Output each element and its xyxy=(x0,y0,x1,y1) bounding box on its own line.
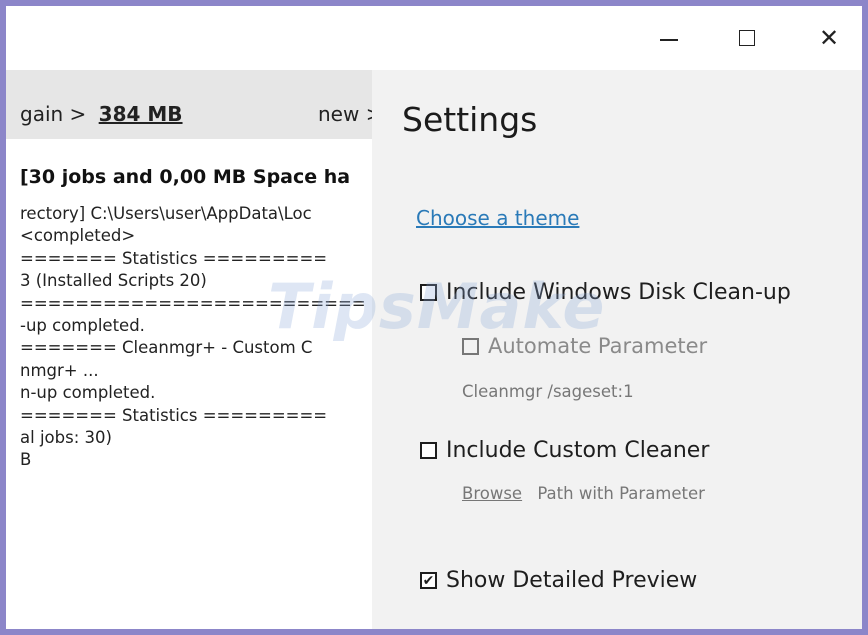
detailed-preview-label: Show Detailed Preview xyxy=(446,568,698,593)
log-line: <completed> xyxy=(20,226,136,246)
browse-link[interactable]: Browse xyxy=(462,484,522,503)
log-line: ======= Cleanmgr+ - Custom C xyxy=(20,338,313,358)
close-icon: ✕ xyxy=(818,24,840,52)
checkbox-icon xyxy=(462,337,479,355)
space-summary: gain > 384 MB new > xyxy=(20,102,382,126)
custom-cleaner-label: Include Custom Cleaner xyxy=(446,438,710,463)
log-line: 3 (Installed Scripts 20) xyxy=(20,271,207,291)
log-line: n-up completed. xyxy=(20,383,156,403)
automate-parameter-label: Automate Parameter xyxy=(488,334,708,358)
log-line: B xyxy=(20,450,32,470)
title-bar: ✕ xyxy=(6,6,862,70)
minimize-button[interactable] xyxy=(646,18,692,58)
settings-title: Settings xyxy=(402,100,538,139)
summary-size-link[interactable]: 384 MB xyxy=(99,102,183,126)
log-line: ======= Statistics ========= xyxy=(20,248,328,268)
summary-prefix: gain > xyxy=(20,102,87,126)
checkmark-icon: ✔ xyxy=(420,572,437,589)
settings-pane: Settings Choose a theme Include Windows … xyxy=(372,70,862,629)
disk-cleanup-label: Include Windows Disk Clean-up xyxy=(446,280,791,305)
log-line: -up completed. xyxy=(20,315,145,335)
log-line: rectory] C:\Users\user\AppData\Loc xyxy=(20,204,312,223)
disk-cleanup-checkbox[interactable]: Include Windows Disk Clean-up xyxy=(420,280,791,305)
custom-cleaner-path-row: Browse Path with Parameter xyxy=(462,484,705,503)
checkbox-icon xyxy=(420,284,437,301)
log-line: ======= Statistics ========= xyxy=(20,405,328,425)
app-window: ✕ gain > 384 MB new > [30 jobs and 0,00 … xyxy=(6,6,862,629)
log-output: rectory] C:\Users\user\AppData\Loc <comp… xyxy=(20,203,372,472)
maximize-icon xyxy=(739,30,755,46)
detailed-preview-checkbox[interactable]: ✔ Show Detailed Preview xyxy=(420,568,697,593)
log-line: ========================= xyxy=(20,293,366,313)
log-line: nmgr+ ... xyxy=(20,360,99,380)
choose-theme-link[interactable]: Choose a theme xyxy=(416,206,579,230)
maximize-button[interactable] xyxy=(724,18,770,58)
log-line: al jobs: 30) xyxy=(20,427,112,447)
minimize-icon xyxy=(660,39,678,41)
path-hint: Path with Parameter xyxy=(537,484,705,503)
close-button[interactable]: ✕ xyxy=(806,18,852,58)
checkbox-icon xyxy=(420,442,437,459)
custom-cleaner-checkbox[interactable]: Include Custom Cleaner xyxy=(420,438,709,463)
log-title: [30 jobs and 0,00 MB Space ha xyxy=(20,166,351,188)
automate-parameter-checkbox[interactable]: Automate Parameter xyxy=(462,334,707,358)
automate-hint: Cleanmgr /sageset:1 xyxy=(462,382,634,401)
